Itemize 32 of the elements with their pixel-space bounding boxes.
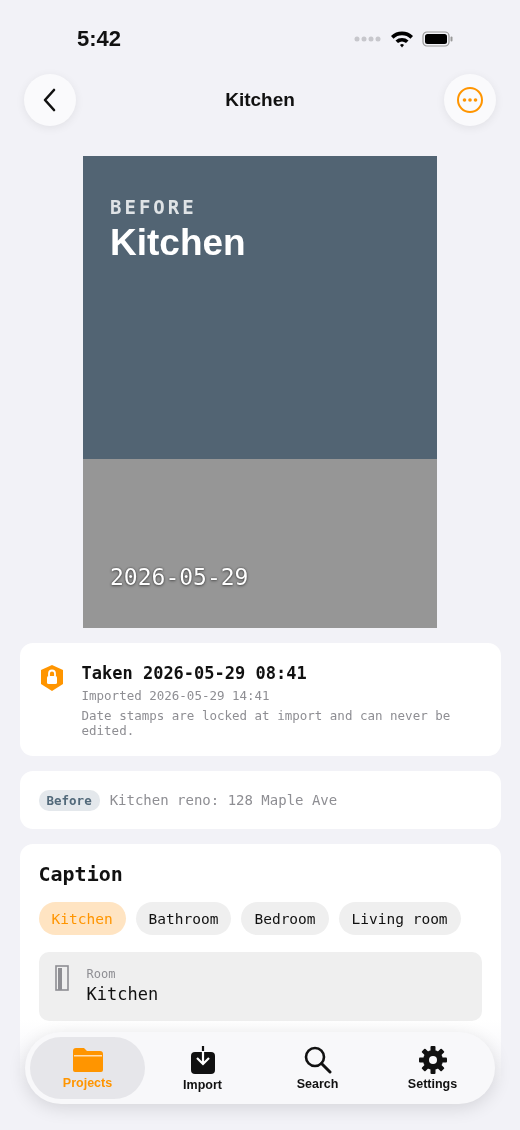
nav-title: Kitchen bbox=[225, 89, 295, 111]
status-time: 5:42 bbox=[77, 26, 122, 52]
battery-icon bbox=[422, 31, 454, 47]
tab-item[interactable]: Settings bbox=[375, 1037, 490, 1099]
room-chip[interactable]: Living room bbox=[338, 902, 461, 935]
room-field[interactable]: Room Kitchen bbox=[38, 952, 482, 1021]
caption-heading: Caption bbox=[38, 862, 124, 886]
more-icon bbox=[456, 86, 484, 114]
photo-title: Kitchen bbox=[110, 222, 246, 264]
folder-icon bbox=[71, 1046, 104, 1073]
door-icon bbox=[54, 965, 69, 991]
stage-badge: Before bbox=[38, 789, 100, 811]
room-chip[interactable]: Bathroom bbox=[135, 902, 232, 935]
field-label: Room bbox=[86, 967, 117, 981]
photo-date: 2026-05-29 bbox=[110, 564, 249, 590]
wifi-icon bbox=[390, 30, 414, 48]
settings-icon bbox=[418, 1045, 447, 1074]
project-name: Kitchen reno: 128 Maple Ave bbox=[109, 792, 338, 808]
search-icon bbox=[303, 1045, 332, 1074]
photo-tag: BEFORE bbox=[110, 196, 197, 218]
field-value: Kitchen bbox=[86, 984, 159, 1004]
signal-icon bbox=[354, 36, 382, 42]
import-icon bbox=[189, 1044, 216, 1075]
back-icon bbox=[43, 88, 57, 112]
back-button[interactable] bbox=[24, 74, 76, 126]
imported-timestamp: Imported 2026-05-29 14:41 bbox=[81, 688, 271, 703]
taken-timestamp: Taken 2026-05-29 08:41 bbox=[81, 663, 308, 683]
lock-note: Date stamps are locked at import and can never be edited. bbox=[81, 708, 452, 738]
tab-item[interactable]: Import bbox=[145, 1037, 260, 1099]
room-chip[interactable]: Bedroom bbox=[241, 902, 329, 935]
lock-shield-icon bbox=[39, 664, 64, 692]
tab-item[interactable]: Search bbox=[260, 1037, 375, 1099]
